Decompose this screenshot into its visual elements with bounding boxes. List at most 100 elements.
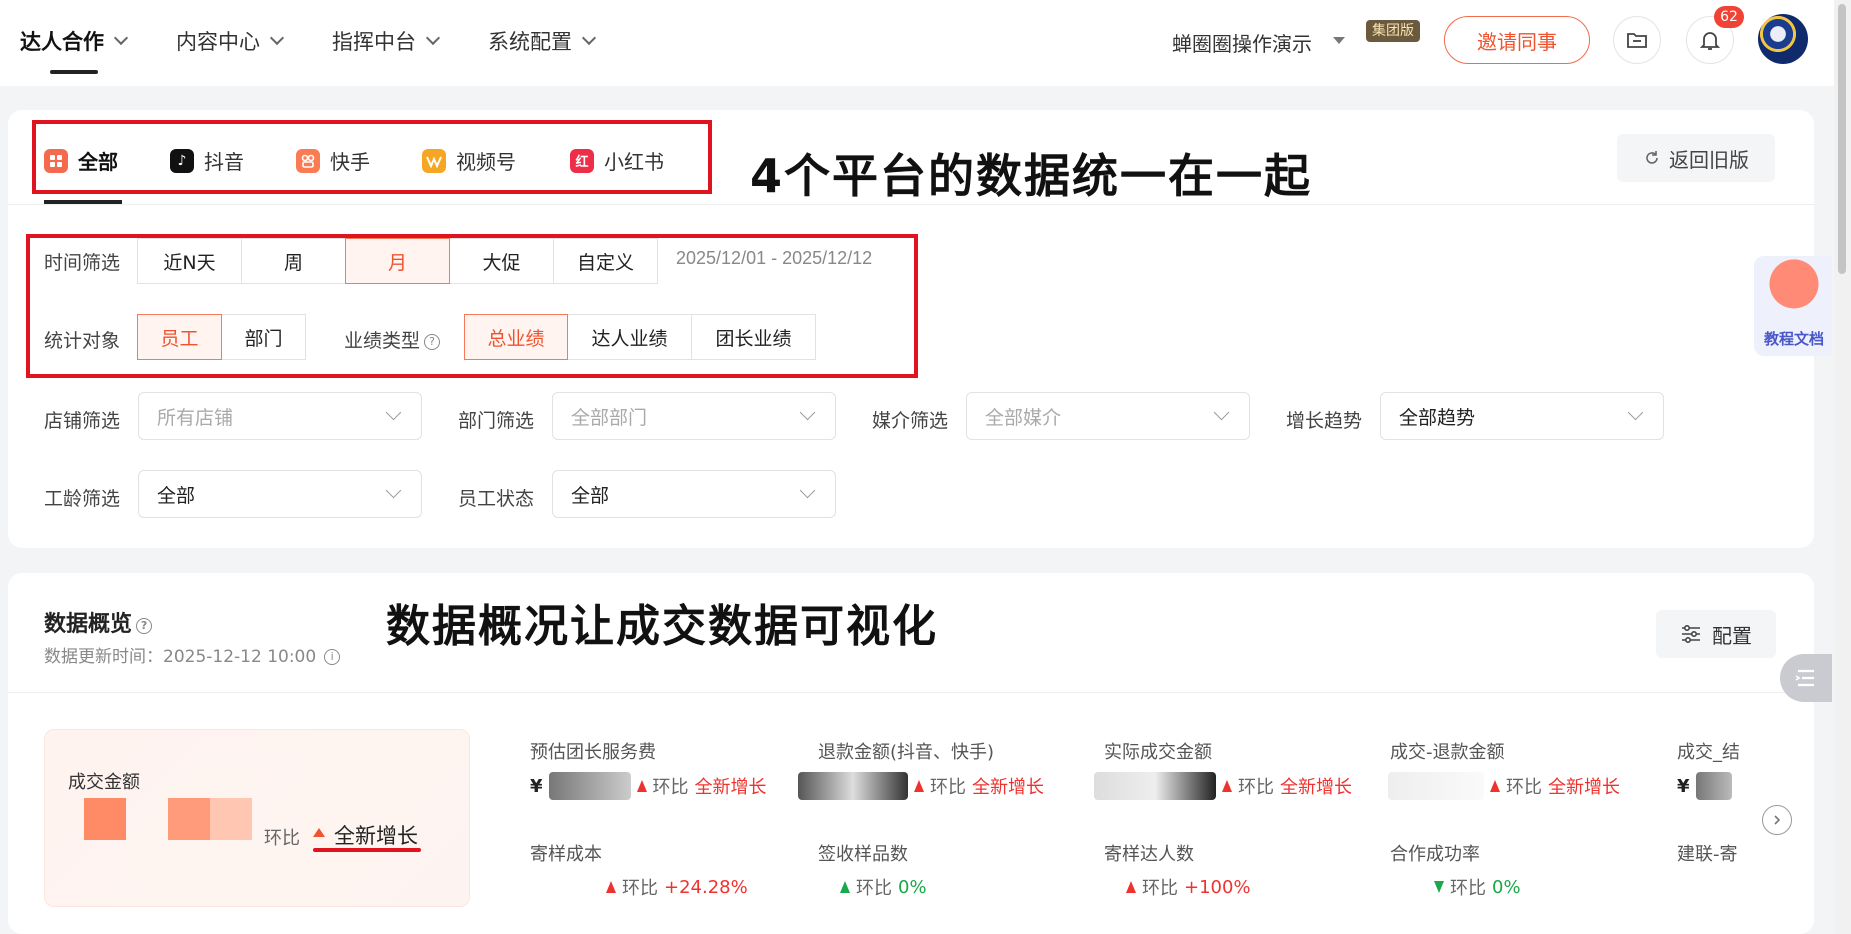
- chevron-down-icon: [799, 482, 816, 499]
- nav-command-center[interactable]: 指挥中台: [332, 26, 441, 56]
- perf-option-leader[interactable]: 团长业绩: [691, 314, 816, 360]
- masked-value: [84, 798, 126, 840]
- perf-type-label-text: 业绩类型: [344, 330, 421, 352]
- stat-option-employee[interactable]: 员工: [137, 314, 222, 360]
- annotation-overview-note: 数据概况让成交数据可视化: [386, 601, 938, 652]
- status-select[interactable]: 全部: [552, 470, 836, 518]
- metric-signed-samples[interactable]: 签收样品数 环比 0%: [818, 840, 927, 899]
- metric-gmv-settled[interactable]: 成交_结 ¥: [1677, 738, 1740, 800]
- masked-value: [210, 798, 252, 840]
- org-switcher[interactable]: 蝉圈圈操作演示: [1172, 28, 1312, 57]
- status-filter-label: 员工状态: [458, 488, 535, 510]
- info-icon[interactable]: i: [324, 649, 341, 665]
- mom-change: 0%: [1492, 876, 1521, 898]
- currency-symbol: ¥: [530, 775, 543, 797]
- mom-change: 全新增长: [694, 777, 767, 798]
- nav-system-config[interactable]: 系统配置: [488, 26, 597, 56]
- avatar[interactable]: [1758, 14, 1808, 64]
- masked-value: [1695, 772, 1732, 800]
- nav-label: 系统配置: [488, 30, 572, 54]
- perf-option-creator[interactable]: 达人业绩: [567, 314, 692, 360]
- time-option-recent-n-days[interactable]: 近N天: [137, 238, 242, 284]
- mom-label: 环比: [1450, 878, 1486, 899]
- arrow-up-icon: [1490, 780, 1500, 792]
- trend-select[interactable]: 全部趋势: [1380, 392, 1664, 440]
- shop-select[interactable]: 所有店铺: [138, 392, 422, 440]
- gmv-label: 成交金额: [68, 772, 140, 793]
- mom-change: 0%: [898, 876, 927, 898]
- metric-label: 寄样达人数: [1104, 844, 1194, 865]
- time-filter-segment: 近N天 周 月 大促 自定义: [137, 238, 658, 284]
- arrow-up-icon: [1222, 780, 1232, 792]
- time-option-month[interactable]: 月: [345, 238, 450, 284]
- bell-icon: [1699, 32, 1721, 50]
- perf-type-segment: 总业绩 达人业绩 团长业绩: [464, 314, 816, 360]
- time-option-week[interactable]: 周: [241, 238, 346, 284]
- arrow-up-icon: [1126, 881, 1136, 893]
- metric-label: 成交_结: [1677, 742, 1740, 763]
- folder-icon: [1627, 33, 1647, 48]
- files-button[interactable]: [1613, 16, 1661, 64]
- side-menu-button[interactable]: [1780, 654, 1832, 702]
- back-to-old-version-button[interactable]: 返回旧版: [1617, 134, 1775, 182]
- overview-updated-text: 数据更新时间：2025-12-12 10:00: [44, 647, 317, 667]
- refresh-icon: [1646, 151, 1658, 164]
- mom-label: 环比: [622, 878, 658, 899]
- chevron-right-icon: [1774, 815, 1781, 825]
- status-select-value: 全部: [571, 484, 610, 507]
- caret-down-icon[interactable]: [1333, 37, 1345, 44]
- mom-change: 全新增长: [1548, 777, 1620, 798]
- mom-change: +24.28%: [664, 876, 748, 898]
- metric-cooperation-rate[interactable]: 合作成功率 环比 0%: [1390, 840, 1521, 899]
- chevron-down-icon: [581, 30, 597, 46]
- mom-label: 环比: [652, 777, 689, 798]
- metric-sample-creators[interactable]: 寄样达人数 环比 +100%: [1104, 840, 1251, 899]
- metric-label: 签收样品数: [818, 844, 908, 865]
- masked-value: [548, 772, 631, 800]
- stat-option-department[interactable]: 部门: [221, 314, 306, 360]
- nav-creator-cooperation[interactable]: 达人合作: [20, 26, 129, 56]
- metric-label: 寄样成本: [530, 844, 602, 865]
- tenure-select[interactable]: 全部: [138, 470, 422, 518]
- mom-label: 环比: [264, 828, 300, 849]
- dept-select[interactable]: 全部部门: [552, 392, 836, 440]
- config-button[interactable]: 配置: [1656, 610, 1776, 658]
- trend-select-value: 全部趋势: [1399, 406, 1476, 429]
- media-select-placeholder: 全部媒介: [985, 406, 1062, 429]
- metric-actual-gmv[interactable]: 实际成交金额 环比 全新增长: [1094, 738, 1352, 800]
- sliders-icon: [1682, 624, 1700, 644]
- time-option-promotion[interactable]: 大促: [449, 238, 554, 284]
- masked-value: [798, 772, 908, 800]
- metric-label: 成交-退款金额: [1390, 742, 1505, 763]
- time-option-custom[interactable]: 自定义: [553, 238, 658, 284]
- perf-type-label: 业绩类型?: [344, 326, 441, 353]
- metric-label: 退款金额(抖音、快手): [818, 742, 995, 763]
- scrollbar-thumb[interactable]: [1838, 4, 1846, 274]
- metric-contact-sample[interactable]: 建联-寄: [1677, 840, 1738, 866]
- metric-gmv-minus-refund[interactable]: 成交-退款金额 环比 全新增长: [1388, 738, 1620, 800]
- arrow-down-icon: [1434, 881, 1444, 893]
- media-select[interactable]: 全部媒介: [966, 392, 1250, 440]
- annotation-platforms-note: 4个平台的数据统一在一起: [750, 149, 1313, 203]
- invite-colleague-button[interactable]: 邀请同事: [1444, 16, 1590, 64]
- chevron-down-icon: [385, 404, 402, 421]
- help-icon[interactable]: ?: [136, 618, 153, 634]
- tenure-select-value: 全部: [157, 484, 196, 507]
- perf-option-total[interactable]: 总业绩: [464, 314, 568, 360]
- arrow-up-icon: [636, 780, 647, 792]
- mom-change: 全新增长: [1280, 777, 1352, 798]
- mom-change: +100%: [1184, 876, 1251, 898]
- list-icon: [1795, 669, 1814, 687]
- metric-leader-service-fee[interactable]: 预估团长服务费 ¥ 环比 全新增长: [530, 738, 767, 800]
- nav-label: 内容中心: [176, 30, 260, 54]
- next-page-button[interactable]: [1762, 805, 1792, 835]
- metric-sample-cost[interactable]: 寄样成本 环比 +24.28%: [530, 840, 748, 899]
- scroll-fade: [1736, 715, 1760, 920]
- metric-refund-amount[interactable]: 退款金额(抖音、快手) 环比 全新增长: [798, 738, 1044, 800]
- help-icon[interactable]: ?: [424, 334, 441, 350]
- trend-filter-label: 增长趋势: [1286, 410, 1363, 432]
- nav-content-center[interactable]: 内容中心: [176, 26, 285, 56]
- arrow-up-icon: [313, 828, 325, 837]
- metric-label: 合作成功率: [1390, 844, 1480, 865]
- time-filter-label: 时间筛选: [44, 252, 121, 274]
